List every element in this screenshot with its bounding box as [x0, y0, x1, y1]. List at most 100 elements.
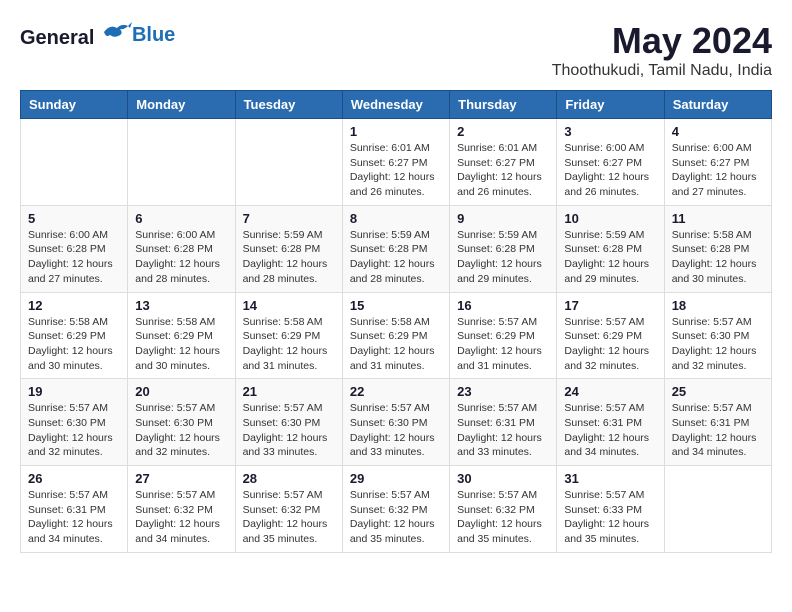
day-number: 1: [350, 124, 442, 139]
calendar-day-header: Tuesday: [235, 91, 342, 119]
day-number: 4: [672, 124, 764, 139]
day-number: 2: [457, 124, 549, 139]
day-info: Sunrise: 6:00 AM Sunset: 6:27 PM Dayligh…: [564, 141, 656, 200]
calendar-cell: 20 Sunrise: 5:57 AM Sunset: 6:30 PM Dayli…: [128, 379, 235, 466]
calendar-cell: 27 Sunrise: 5:57 AM Sunset: 6:32 PM Dayli…: [128, 466, 235, 553]
day-info: Sunrise: 5:57 AM Sunset: 6:32 PM Dayligh…: [135, 488, 227, 547]
calendar-cell: 15 Sunrise: 5:58 AM Sunset: 6:29 PM Dayli…: [342, 292, 449, 379]
day-number: 16: [457, 298, 549, 313]
day-number: 19: [28, 384, 120, 399]
calendar-cell: 19Sunrise: 5:57 AM Sunset: 6:30 PM Dayli…: [21, 379, 128, 466]
calendar-cell: 21Sunrise: 5:57 AM Sunset: 6:30 PM Dayli…: [235, 379, 342, 466]
calendar-week-row: 26Sunrise: 5:57 AM Sunset: 6:31 PM Dayli…: [21, 466, 772, 553]
logo-general: General: [20, 27, 94, 49]
day-number: 7: [243, 211, 335, 226]
calendar-week-row: 5 Sunrise: 6:00 AM Sunset: 6:28 PM Daylig…: [21, 205, 772, 292]
day-info: Sunrise: 6:00 AM Sunset: 6:28 PM Dayligh…: [28, 228, 120, 287]
day-number: 26: [28, 471, 120, 486]
day-number: 5: [28, 211, 120, 226]
day-info: Sunrise: 5:57 AM Sunset: 6:31 PM Dayligh…: [564, 401, 656, 460]
calendar-cell: 7Sunrise: 5:59 AM Sunset: 6:28 PM Daylig…: [235, 205, 342, 292]
calendar-cell: [21, 119, 128, 206]
calendar-cell: 24 Sunrise: 5:57 AM Sunset: 6:31 PM Dayli…: [557, 379, 664, 466]
day-info: Sunrise: 5:57 AM Sunset: 6:29 PM Dayligh…: [457, 315, 549, 374]
day-number: 25: [672, 384, 764, 399]
calendar-cell: 28 Sunrise: 5:57 AM Sunset: 6:32 PM Dayli…: [235, 466, 342, 553]
calendar-day-header: Saturday: [664, 91, 771, 119]
calendar-day-header: Sunday: [21, 91, 128, 119]
calendar-cell: 10 Sunrise: 5:59 AM Sunset: 6:28 PM Dayli…: [557, 205, 664, 292]
calendar-week-row: 1 Sunrise: 6:01 AM Sunset: 6:27 PM Daylig…: [21, 119, 772, 206]
day-number: 10: [564, 211, 656, 226]
calendar-cell: 3Sunrise: 6:00 AM Sunset: 6:27 PM Daylig…: [557, 119, 664, 206]
day-info: Sunrise: 5:57 AM Sunset: 6:30 PM Dayligh…: [135, 401, 227, 460]
day-number: 9: [457, 211, 549, 226]
calendar-cell: 6Sunrise: 6:00 AM Sunset: 6:28 PM Daylig…: [128, 205, 235, 292]
logo: General Blue: [20, 20, 175, 50]
calendar-cell: 30 Sunrise: 5:57 AM Sunset: 6:32 PM Dayli…: [450, 466, 557, 553]
day-number: 22: [350, 384, 442, 399]
calendar-table: SundayMondayTuesdayWednesdayThursdayFrid…: [20, 90, 772, 553]
day-number: 30: [457, 471, 549, 486]
calendar-cell: 9 Sunrise: 5:59 AM Sunset: 6:28 PM Daylig…: [450, 205, 557, 292]
calendar-cell: 13 Sunrise: 5:58 AM Sunset: 6:29 PM Dayli…: [128, 292, 235, 379]
day-info: Sunrise: 5:59 AM Sunset: 6:28 PM Dayligh…: [564, 228, 656, 287]
day-number: 20: [135, 384, 227, 399]
calendar-cell: [664, 466, 771, 553]
calendar-cell: 31Sunrise: 5:57 AM Sunset: 6:33 PM Dayli…: [557, 466, 664, 553]
calendar-cell: 26Sunrise: 5:57 AM Sunset: 6:31 PM Dayli…: [21, 466, 128, 553]
day-info: Sunrise: 5:58 AM Sunset: 6:29 PM Dayligh…: [350, 315, 442, 374]
day-number: 14: [243, 298, 335, 313]
month-title: May 2024: [552, 20, 772, 62]
day-number: 17: [564, 298, 656, 313]
location: Thoothukudi, Tamil Nadu, India: [552, 62, 772, 80]
day-info: Sunrise: 6:01 AM Sunset: 6:27 PM Dayligh…: [350, 141, 442, 200]
day-info: Sunrise: 5:57 AM Sunset: 6:32 PM Dayligh…: [457, 488, 549, 547]
day-number: 24: [564, 384, 656, 399]
day-number: 11: [672, 211, 764, 226]
day-info: Sunrise: 6:00 AM Sunset: 6:27 PM Dayligh…: [672, 141, 764, 200]
day-info: Sunrise: 5:57 AM Sunset: 6:32 PM Dayligh…: [350, 488, 442, 547]
day-number: 8: [350, 211, 442, 226]
day-number: 27: [135, 471, 227, 486]
day-info: Sunrise: 6:01 AM Sunset: 6:27 PM Dayligh…: [457, 141, 549, 200]
calendar-cell: 17 Sunrise: 5:57 AM Sunset: 6:29 PM Dayli…: [557, 292, 664, 379]
day-number: 23: [457, 384, 549, 399]
day-number: 13: [135, 298, 227, 313]
day-number: 28: [243, 471, 335, 486]
bird-logo-icon: [102, 20, 132, 44]
page-header: General Blue May 2024 Thoothukudi, Tamil…: [20, 20, 772, 80]
calendar-cell: 14 Sunrise: 5:58 AM Sunset: 6:29 PM Dayli…: [235, 292, 342, 379]
day-info: Sunrise: 5:59 AM Sunset: 6:28 PM Dayligh…: [350, 228, 442, 287]
calendar-cell: 22 Sunrise: 5:57 AM Sunset: 6:30 PM Dayli…: [342, 379, 449, 466]
day-number: 12: [28, 298, 120, 313]
calendar-day-header: Friday: [557, 91, 664, 119]
calendar-cell: 23 Sunrise: 5:57 AM Sunset: 6:31 PM Dayli…: [450, 379, 557, 466]
day-info: Sunrise: 5:57 AM Sunset: 6:30 PM Dayligh…: [672, 315, 764, 374]
calendar-header-row: SundayMondayTuesdayWednesdayThursdayFrid…: [21, 91, 772, 119]
calendar-cell: [128, 119, 235, 206]
day-info: Sunrise: 5:57 AM Sunset: 6:31 PM Dayligh…: [672, 401, 764, 460]
day-info: Sunrise: 5:57 AM Sunset: 6:30 PM Dayligh…: [350, 401, 442, 460]
day-info: Sunrise: 5:57 AM Sunset: 6:29 PM Dayligh…: [564, 315, 656, 374]
day-info: Sunrise: 5:57 AM Sunset: 6:32 PM Dayligh…: [243, 488, 335, 547]
day-info: Sunrise: 5:59 AM Sunset: 6:28 PM Dayligh…: [457, 228, 549, 287]
calendar-cell: 5 Sunrise: 6:00 AM Sunset: 6:28 PM Daylig…: [21, 205, 128, 292]
calendar-cell: [235, 119, 342, 206]
day-number: 29: [350, 471, 442, 486]
calendar-cell: 1 Sunrise: 6:01 AM Sunset: 6:27 PM Daylig…: [342, 119, 449, 206]
calendar-cell: 16 Sunrise: 5:57 AM Sunset: 6:29 PM Dayli…: [450, 292, 557, 379]
day-info: Sunrise: 5:57 AM Sunset: 6:31 PM Dayligh…: [457, 401, 549, 460]
day-number: 31: [564, 471, 656, 486]
day-number: 6: [135, 211, 227, 226]
calendar-cell: 25 Sunrise: 5:57 AM Sunset: 6:31 PM Dayli…: [664, 379, 771, 466]
logo-blue: Blue: [132, 24, 175, 46]
calendar-cell: 18Sunrise: 5:57 AM Sunset: 6:30 PM Dayli…: [664, 292, 771, 379]
calendar-cell: 11Sunrise: 5:58 AM Sunset: 6:28 PM Dayli…: [664, 205, 771, 292]
day-info: Sunrise: 5:58 AM Sunset: 6:29 PM Dayligh…: [243, 315, 335, 374]
calendar-day-header: Monday: [128, 91, 235, 119]
calendar-cell: 2 Sunrise: 6:01 AM Sunset: 6:27 PM Daylig…: [450, 119, 557, 206]
day-info: Sunrise: 5:58 AM Sunset: 6:29 PM Dayligh…: [135, 315, 227, 374]
day-number: 15: [350, 298, 442, 313]
calendar-cell: 29 Sunrise: 5:57 AM Sunset: 6:32 PM Dayli…: [342, 466, 449, 553]
